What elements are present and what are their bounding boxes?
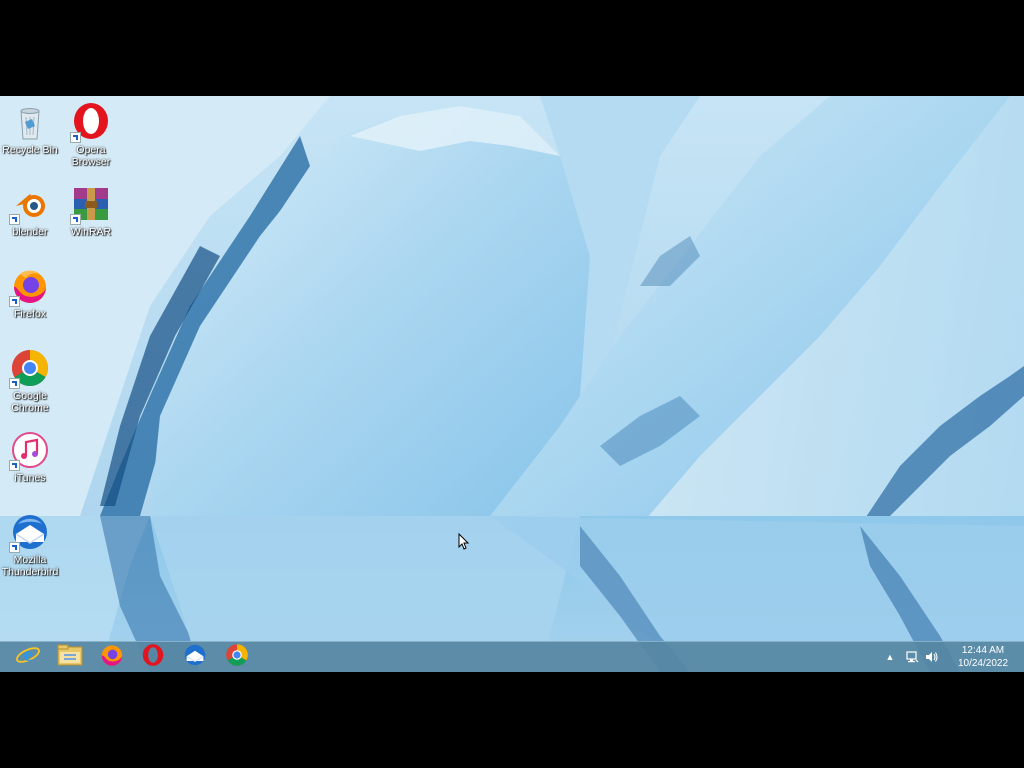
- taskbar: e ▲ 12:44 AM 10/24/2022: [0, 641, 1024, 672]
- desktop-icon-firefox[interactable]: Firefox: [0, 264, 63, 340]
- taskbar-app-firefox[interactable]: [95, 644, 129, 671]
- firefox-icon: [9, 266, 50, 307]
- desktop-icon-mozilla-thunderbird[interactable]: Mozilla Thunderbird: [0, 510, 63, 586]
- desktop-icon-label: Mozilla Thunderbird: [1, 554, 59, 578]
- internet-explorer-icon: e: [15, 642, 41, 672]
- shortcut-arrow-icon: [9, 296, 20, 307]
- desktop-icon-label: Google Chrome: [11, 390, 49, 414]
- taskbar-app-file-explorer[interactable]: [53, 644, 87, 671]
- desktop-icon-label: WinRAR: [70, 226, 112, 238]
- thunderbird-icon: [183, 643, 207, 672]
- shortcut-arrow-icon: [70, 132, 81, 143]
- system-tray: ▲ 12:44 AM 10/24/2022: [884, 642, 1024, 672]
- desktop-icon-label: Firefox: [13, 308, 47, 320]
- file-explorer-icon: [57, 643, 83, 672]
- svg-text:e: e: [24, 644, 33, 666]
- clock-time: 12:44 AM: [961, 645, 1005, 656]
- desktop-icon-google-chrome[interactable]: Google Chrome: [0, 346, 63, 422]
- shortcut-arrow-icon: [70, 214, 81, 225]
- shortcut-arrow-icon: [9, 460, 20, 471]
- taskbar-app-opera[interactable]: [136, 644, 170, 671]
- network-icon[interactable]: [905, 650, 919, 664]
- chrome-icon: [9, 348, 50, 389]
- firefox-icon: [100, 643, 124, 672]
- blender-icon: [9, 184, 50, 225]
- thunderbird-icon: [9, 512, 50, 553]
- taskbar-clock[interactable]: 12:44 AM 10/24/2022: [952, 645, 1014, 670]
- desktop-icon-recycle-bin[interactable]: Recycle Bin: [0, 100, 63, 176]
- desktop-icon-label: Opera Browser: [71, 144, 111, 168]
- clock-date: 10/24/2022: [957, 657, 1009, 669]
- taskbar-app-internet-explorer[interactable]: e: [11, 644, 45, 671]
- opera-icon: [70, 102, 111, 143]
- volume-icon[interactable]: [924, 650, 938, 664]
- mouse-cursor-icon: [458, 533, 470, 550]
- opera-icon: [141, 643, 165, 672]
- winrar-icon: [70, 184, 111, 225]
- desktop-screen: Recycle Bin Opera Browser blender WinRAR…: [0, 96, 1024, 672]
- desktop-icon-winrar[interactable]: WinRAR: [58, 182, 124, 258]
- monitor-frame: Recycle Bin Opera Browser blender WinRAR…: [0, 0, 1024, 768]
- desktop-icon-itunes[interactable]: iTunes: [0, 428, 63, 504]
- shortcut-arrow-icon: [9, 214, 20, 225]
- desktop-icon-label: Recycle Bin: [2, 144, 58, 156]
- chrome-icon: [225, 643, 249, 672]
- show-hidden-icons-button[interactable]: ▲: [883, 650, 897, 664]
- desktop-icon-area: Recycle Bin Opera Browser blender WinRAR…: [0, 96, 1024, 672]
- itunes-icon: [9, 430, 50, 471]
- taskbar-app-thunderbird[interactable]: [178, 644, 212, 671]
- desktop-icon-opera[interactable]: Opera Browser: [58, 100, 124, 176]
- recycle-bin-icon: [10, 102, 50, 142]
- desktop-icon-label: blender: [12, 226, 48, 238]
- shortcut-arrow-icon: [9, 378, 20, 389]
- desktop-icon-label: iTunes: [14, 472, 46, 484]
- taskbar-app-chrome[interactable]: [220, 644, 254, 671]
- shortcut-arrow-icon: [9, 542, 20, 553]
- desktop-icon-blender[interactable]: blender: [0, 182, 63, 258]
